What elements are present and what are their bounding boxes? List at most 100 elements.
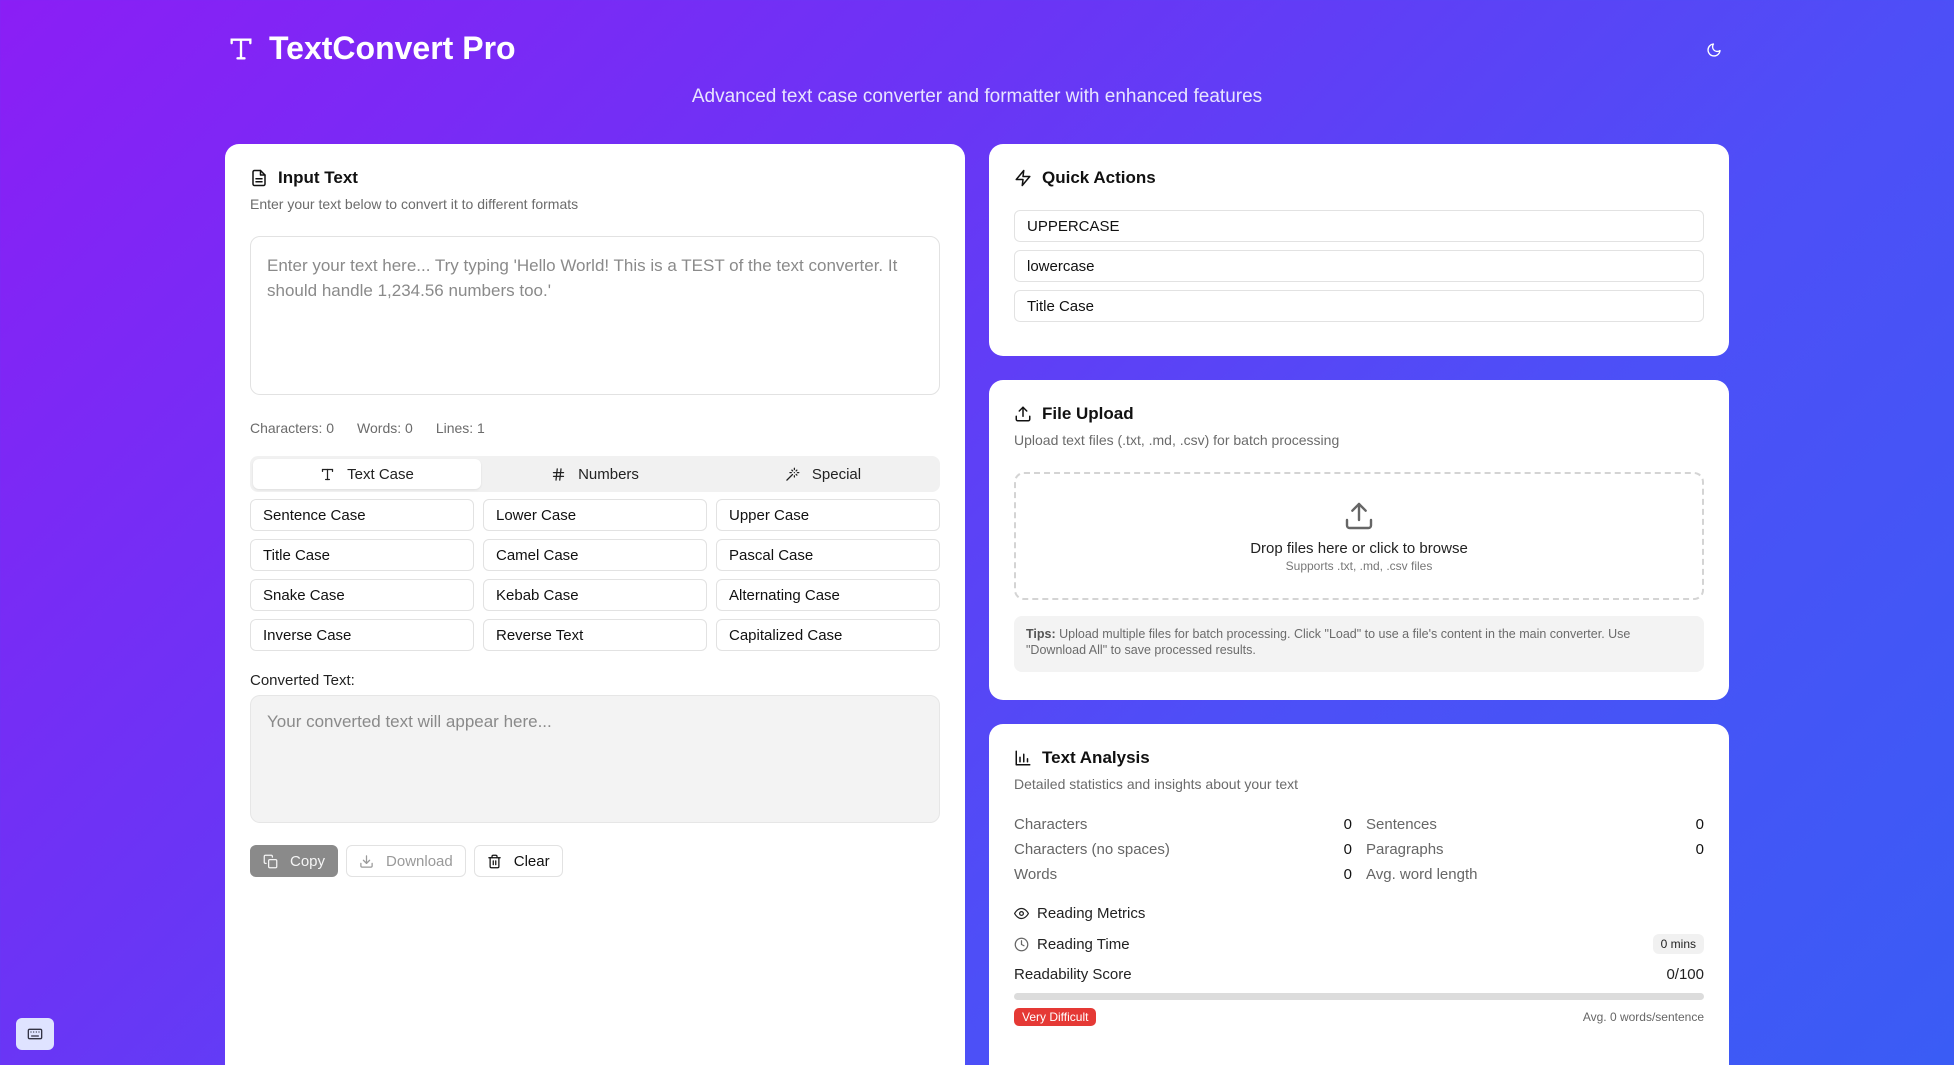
stat-label: Characters (no spaces) [1014,841,1170,858]
quick-lowercase-button[interactable]: lowercase [1014,250,1704,282]
copy-icon [263,854,278,868]
tab-text-case[interactable]: Text Case [253,459,481,489]
theme-toggle-button[interactable] [1698,34,1730,66]
readability-value: 0/100 [1666,966,1704,983]
quick-actions-card: Quick Actions UPPERCASE lowercase Title … [989,144,1729,356]
card-title: File Upload [1014,404,1704,424]
input-card-title: Input Text [278,168,358,187]
tab-numbers[interactable]: Numbers [481,459,709,489]
stat-label: Words [1014,866,1058,883]
stat-avg-word-length: Avg. word length [1366,866,1704,883]
converted-textarea[interactable]: Your converted text will appear here... [250,695,940,823]
quick-actions-list: UPPERCASE lowercase Title Case [1014,210,1704,322]
inverse-case-button[interactable]: Inverse Case [250,619,474,651]
tab-label: Special [811,465,862,483]
stat-label: Characters [1014,816,1088,833]
case-button-grid: Sentence Case Lower Case Upper Case Titl… [250,499,940,651]
tab-special[interactable]: Special [709,459,937,489]
copy-button[interactable]: Copy [250,845,339,877]
input-card-description: Enter your text below to convert it to d… [250,196,579,212]
stat-value: 0 [1695,841,1704,858]
avg-words-per-sentence: Avg. 0 words/sentence [1582,1010,1704,1024]
upload-tips: Tips: Upload multiple files for batch pr… [1014,616,1704,672]
dropzone-label: Drop files here or click to browse [1250,539,1468,557]
file-dropzone[interactable]: Drop files here or click to browse Suppo… [1014,472,1704,600]
capitalized-case-button[interactable]: Capitalized Case [716,619,940,651]
bar-chart-icon [1015,750,1031,766]
line-count: Lines: 1 [435,420,485,436]
wand-icon [786,467,800,481]
quick-uppercase-button[interactable]: UPPERCASE [1014,210,1704,242]
output-actions: Copy Download Clear [250,845,940,877]
upload-icon [1015,406,1031,422]
clear-label: Clear [513,852,550,870]
tab-label: Text Case [347,465,414,483]
dropzone-hint: Supports .txt, .md, .csv files [1285,558,1433,573]
upload-icon [1345,502,1373,529]
readability-footer: Very Difficult Avg. 0 words/sentence [1014,1008,1704,1026]
keyboard-shortcuts-button[interactable] [16,1018,54,1050]
stat-label: Sentences [1366,816,1437,833]
quick-actions-title: Quick Actions [1042,168,1156,187]
zap-icon [1015,169,1031,187]
reading-time-label: Reading Time [1037,935,1130,953]
reading-time-value: 0 mins [1652,934,1704,954]
text-counts: Characters: 0 Words: 0 Lines: 1 [250,420,940,436]
file-upload-title: File Upload [1042,404,1134,423]
analysis-title: Text Analysis [1042,748,1150,767]
readability-progress-bar [1014,993,1704,1000]
stat-value: 0 [1343,866,1352,883]
card-title: Text Analysis [1014,748,1704,768]
stat-words: Words 0 [1014,866,1352,883]
pascal-case-button[interactable]: Pascal Case [716,539,940,571]
readability-row: Readability Score 0/100 [1014,966,1704,983]
reverse-text-button[interactable]: Reverse Text [483,619,707,651]
tips-label: Tips: [1026,627,1056,641]
stat-paragraphs: Paragraphs 0 [1366,841,1704,858]
conversion-tabs: Text Case Numbers Special [250,456,940,492]
app-subtitle: Advanced text case converter and formatt… [691,86,1263,107]
stat-characters: Characters 0 [1014,816,1352,833]
stat-characters-no-spaces: Characters (no spaces) 0 [1014,841,1352,858]
title-case-button[interactable]: Title Case [250,539,474,571]
stat-value: 0 [1343,816,1352,833]
converted-text-label: Converted Text: [250,672,355,689]
word-count: Words: 0 [357,420,413,436]
stat-value: 0 [1695,816,1704,833]
card-title: Input Text [250,168,940,188]
stats-grid: Characters 0 Sentences 0 Characters (no sp… [1014,816,1704,883]
snake-case-button[interactable]: Snake Case [250,579,474,611]
stat-value: 0 [1343,841,1352,858]
stat-label: Avg. word length [1366,866,1478,883]
alternating-case-button[interactable]: Alternating Case [716,579,940,611]
copy-label: Copy [290,852,326,870]
sentence-case-button[interactable]: Sentence Case [250,499,474,531]
clear-button[interactable]: Clear [473,845,563,877]
upper-case-button[interactable]: Upper Case [716,499,940,531]
card-title: Quick Actions [1014,168,1704,188]
clock-icon [1014,937,1029,951]
character-count: Characters: 0 [250,420,335,436]
app-header: TextConvert Pro [225,30,1730,70]
input-text-card: Input Text Enter your text below to conv… [225,144,965,1065]
download-label: Download [386,852,453,870]
kebab-case-button[interactable]: Kebab Case [483,579,707,611]
camel-case-button[interactable]: Camel Case [483,539,707,571]
input-textarea[interactable]: Enter your text here... Try typing 'Hell… [250,236,940,395]
tips-text: Upload multiple files for batch processi… [1026,627,1631,657]
text-analysis-card: Text Analysis Detailed statistics and in… [989,724,1729,1065]
quick-title-case-button[interactable]: Title Case [1014,290,1704,322]
file-upload-description: Upload text files (.txt, .md, .csv) for … [1014,432,1340,448]
difficulty-badge: Very Difficult [1014,1008,1097,1026]
app-title: TextConvert Pro [269,30,516,66]
tab-label: Numbers [578,465,639,483]
stat-label: Paragraphs [1366,841,1444,858]
readability-label: Readability Score [1014,966,1132,983]
file-text-icon [252,169,266,187]
download-button[interactable]: Download [346,845,466,877]
reading-metrics-heading: Reading Metrics [1014,905,1704,922]
type-icon [322,468,334,480]
moon-icon [1707,43,1721,57]
trash-icon [488,854,501,868]
lower-case-button[interactable]: Lower Case [483,499,707,531]
